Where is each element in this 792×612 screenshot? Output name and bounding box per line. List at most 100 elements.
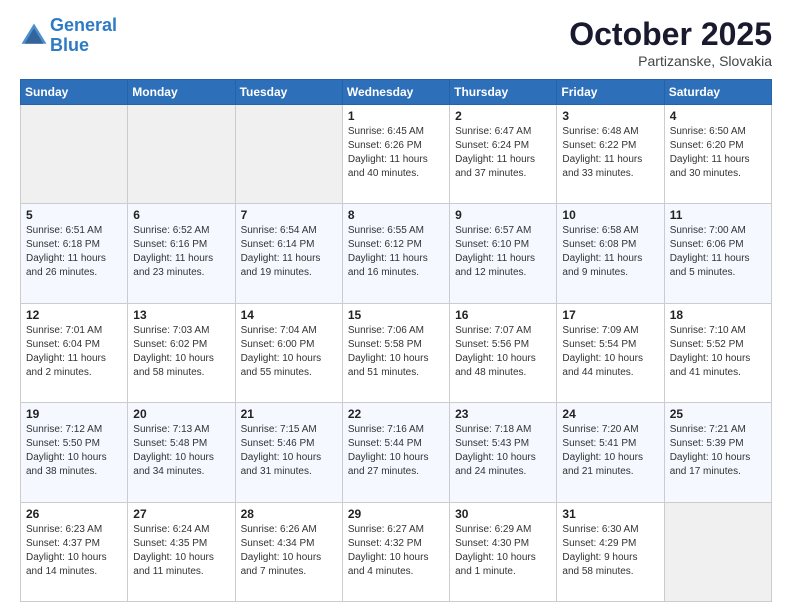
header: General Blue October 2025 Partizanske, S… xyxy=(20,16,772,69)
day-info: Sunrise: 6:52 AM Sunset: 6:16 PM Dayligh… xyxy=(133,224,229,280)
table-row: 3 Sunrise: 6:48 AM Sunset: 6:22 PM Daylig… xyxy=(557,105,664,204)
table-row xyxy=(664,502,771,601)
day-info: Sunrise: 7:01 AM Sunset: 6:04 PM Dayligh… xyxy=(26,324,122,380)
day-info: Sunrise: 6:50 AM Sunset: 6:20 PM Dayligh… xyxy=(670,125,766,181)
day-number: 17 xyxy=(562,308,658,322)
table-row: 25Sunrise: 7:21 AM Sunset: 5:39 PM Dayli… xyxy=(664,403,771,502)
table-row: 31 Sunrise: 6:30 AM Sunset: 4:29 PM Dayli… xyxy=(557,502,664,601)
day-number: 22 xyxy=(348,407,444,421)
header-wednesday: Wednesday xyxy=(342,80,449,105)
location: Partizanske, Slovakia xyxy=(569,53,772,69)
day-number: 11 xyxy=(670,208,766,222)
day-number: 19 xyxy=(26,407,122,421)
table-row: 15 Sunrise: 7:06 AM Sunset: 5:58 PM Dayli… xyxy=(342,303,449,402)
calendar-table: Sunday Monday Tuesday Wednesday Thursday… xyxy=(20,79,772,602)
calendar-header-row: Sunday Monday Tuesday Wednesday Thursday… xyxy=(21,80,772,105)
day-number: 1 xyxy=(348,109,444,123)
day-info: Sunrise: 7:15 AM Sunset: 5:46 PM Dayligh… xyxy=(241,423,337,479)
day-number: 2 xyxy=(455,109,551,123)
day-number: 26 xyxy=(26,507,122,521)
header-saturday: Saturday xyxy=(664,80,771,105)
page: General Blue October 2025 Partizanske, S… xyxy=(0,0,792,612)
day-number: 30 xyxy=(455,507,551,521)
table-row: 12 Sunrise: 7:01 AM Sunset: 6:04 PM Dayli… xyxy=(21,303,128,402)
day-number: 3 xyxy=(562,109,658,123)
table-row: 13Sunrise: 7:03 AM Sunset: 6:02 PM Dayli… xyxy=(128,303,235,402)
day-number: 13 xyxy=(133,308,229,322)
day-number: 8 xyxy=(348,208,444,222)
calendar-week-row: 5 Sunrise: 6:51 AM Sunset: 6:18 PM Daylig… xyxy=(21,204,772,303)
day-number: 27 xyxy=(133,507,229,521)
day-number: 25 xyxy=(670,407,766,421)
title-block: October 2025 Partizanske, Slovakia xyxy=(569,16,772,69)
day-info: Sunrise: 7:18 AM Sunset: 5:43 PM Dayligh… xyxy=(455,423,551,479)
day-info: Sunrise: 6:51 AM Sunset: 6:18 PM Dayligh… xyxy=(26,224,122,280)
day-number: 31 xyxy=(562,507,658,521)
table-row: 9Sunrise: 6:57 AM Sunset: 6:10 PM Daylig… xyxy=(450,204,557,303)
table-row: 22 Sunrise: 7:16 AM Sunset: 5:44 PM Dayli… xyxy=(342,403,449,502)
day-info: Sunrise: 7:13 AM Sunset: 5:48 PM Dayligh… xyxy=(133,423,229,479)
table-row: 2 Sunrise: 6:47 AM Sunset: 6:24 PM Daylig… xyxy=(450,105,557,204)
day-number: 21 xyxy=(241,407,337,421)
day-info: Sunrise: 6:24 AM Sunset: 4:35 PM Dayligh… xyxy=(133,523,229,579)
table-row: 8Sunrise: 6:55 AM Sunset: 6:12 PM Daylig… xyxy=(342,204,449,303)
day-info: Sunrise: 6:47 AM Sunset: 6:24 PM Dayligh… xyxy=(455,125,551,181)
table-row: 14Sunrise: 7:04 AM Sunset: 6:00 PM Dayli… xyxy=(235,303,342,402)
table-row: 24 Sunrise: 7:20 AM Sunset: 5:41 PM Dayli… xyxy=(557,403,664,502)
table-row: 21 Sunrise: 7:15 AM Sunset: 5:46 PM Dayli… xyxy=(235,403,342,502)
table-row: 11 Sunrise: 7:00 AM Sunset: 6:06 PM Dayli… xyxy=(664,204,771,303)
day-info: Sunrise: 6:30 AM Sunset: 4:29 PM Dayligh… xyxy=(562,523,658,579)
table-row: 28Sunrise: 6:26 AM Sunset: 4:34 PM Dayli… xyxy=(235,502,342,601)
day-number: 5 xyxy=(26,208,122,222)
day-number: 10 xyxy=(562,208,658,222)
day-info: Sunrise: 6:45 AM Sunset: 6:26 PM Dayligh… xyxy=(348,125,444,181)
day-info: Sunrise: 6:54 AM Sunset: 6:14 PM Dayligh… xyxy=(241,224,337,280)
table-row: 18 Sunrise: 7:10 AM Sunset: 5:52 PM Dayli… xyxy=(664,303,771,402)
day-number: 24 xyxy=(562,407,658,421)
calendar-week-row: 1 Sunrise: 6:45 AM Sunset: 6:26 PM Daylig… xyxy=(21,105,772,204)
day-info: Sunrise: 6:58 AM Sunset: 6:08 PM Dayligh… xyxy=(562,224,658,280)
day-number: 14 xyxy=(241,308,337,322)
table-row: 17 Sunrise: 7:09 AM Sunset: 5:54 PM Dayli… xyxy=(557,303,664,402)
day-info: Sunrise: 7:00 AM Sunset: 6:06 PM Dayligh… xyxy=(670,224,766,280)
day-info: Sunrise: 6:26 AM Sunset: 4:34 PM Dayligh… xyxy=(241,523,337,579)
day-number: 20 xyxy=(133,407,229,421)
day-info: Sunrise: 6:48 AM Sunset: 6:22 PM Dayligh… xyxy=(562,125,658,181)
calendar-week-row: 26Sunrise: 6:23 AM Sunset: 4:37 PM Dayli… xyxy=(21,502,772,601)
table-row: 19 Sunrise: 7:12 AM Sunset: 5:50 PM Dayli… xyxy=(21,403,128,502)
day-info: Sunrise: 7:10 AM Sunset: 5:52 PM Dayligh… xyxy=(670,324,766,380)
day-info: Sunrise: 6:29 AM Sunset: 4:30 PM Dayligh… xyxy=(455,523,551,579)
day-number: 4 xyxy=(670,109,766,123)
table-row: 23 Sunrise: 7:18 AM Sunset: 5:43 PM Dayli… xyxy=(450,403,557,502)
header-friday: Friday xyxy=(557,80,664,105)
logo: General Blue xyxy=(20,16,117,56)
day-info: Sunrise: 7:16 AM Sunset: 5:44 PM Dayligh… xyxy=(348,423,444,479)
table-row: 1 Sunrise: 6:45 AM Sunset: 6:26 PM Daylig… xyxy=(342,105,449,204)
table-row xyxy=(21,105,128,204)
calendar-week-row: 12 Sunrise: 7:01 AM Sunset: 6:04 PM Dayli… xyxy=(21,303,772,402)
day-info: Sunrise: 7:06 AM Sunset: 5:58 PM Dayligh… xyxy=(348,324,444,380)
table-row: 27 Sunrise: 6:24 AM Sunset: 4:35 PM Dayli… xyxy=(128,502,235,601)
day-number: 29 xyxy=(348,507,444,521)
table-row xyxy=(235,105,342,204)
day-number: 23 xyxy=(455,407,551,421)
table-row xyxy=(128,105,235,204)
table-row: 6Sunrise: 6:52 AM Sunset: 6:16 PM Daylig… xyxy=(128,204,235,303)
day-info: Sunrise: 7:09 AM Sunset: 5:54 PM Dayligh… xyxy=(562,324,658,380)
table-row: 4 Sunrise: 6:50 AM Sunset: 6:20 PM Daylig… xyxy=(664,105,771,204)
day-number: 7 xyxy=(241,208,337,222)
day-info: Sunrise: 7:07 AM Sunset: 5:56 PM Dayligh… xyxy=(455,324,551,380)
day-number: 16 xyxy=(455,308,551,322)
day-info: Sunrise: 7:12 AM Sunset: 5:50 PM Dayligh… xyxy=(26,423,122,479)
day-number: 18 xyxy=(670,308,766,322)
table-row: 7 Sunrise: 6:54 AM Sunset: 6:14 PM Daylig… xyxy=(235,204,342,303)
header-thursday: Thursday xyxy=(450,80,557,105)
table-row: 5 Sunrise: 6:51 AM Sunset: 6:18 PM Daylig… xyxy=(21,204,128,303)
day-number: 12 xyxy=(26,308,122,322)
day-number: 15 xyxy=(348,308,444,322)
logo-icon xyxy=(20,22,48,50)
table-row: 10 Sunrise: 6:58 AM Sunset: 6:08 PM Dayli… xyxy=(557,204,664,303)
logo-text: General Blue xyxy=(50,16,117,56)
day-info: Sunrise: 7:20 AM Sunset: 5:41 PM Dayligh… xyxy=(562,423,658,479)
table-row: 26Sunrise: 6:23 AM Sunset: 4:37 PM Dayli… xyxy=(21,502,128,601)
